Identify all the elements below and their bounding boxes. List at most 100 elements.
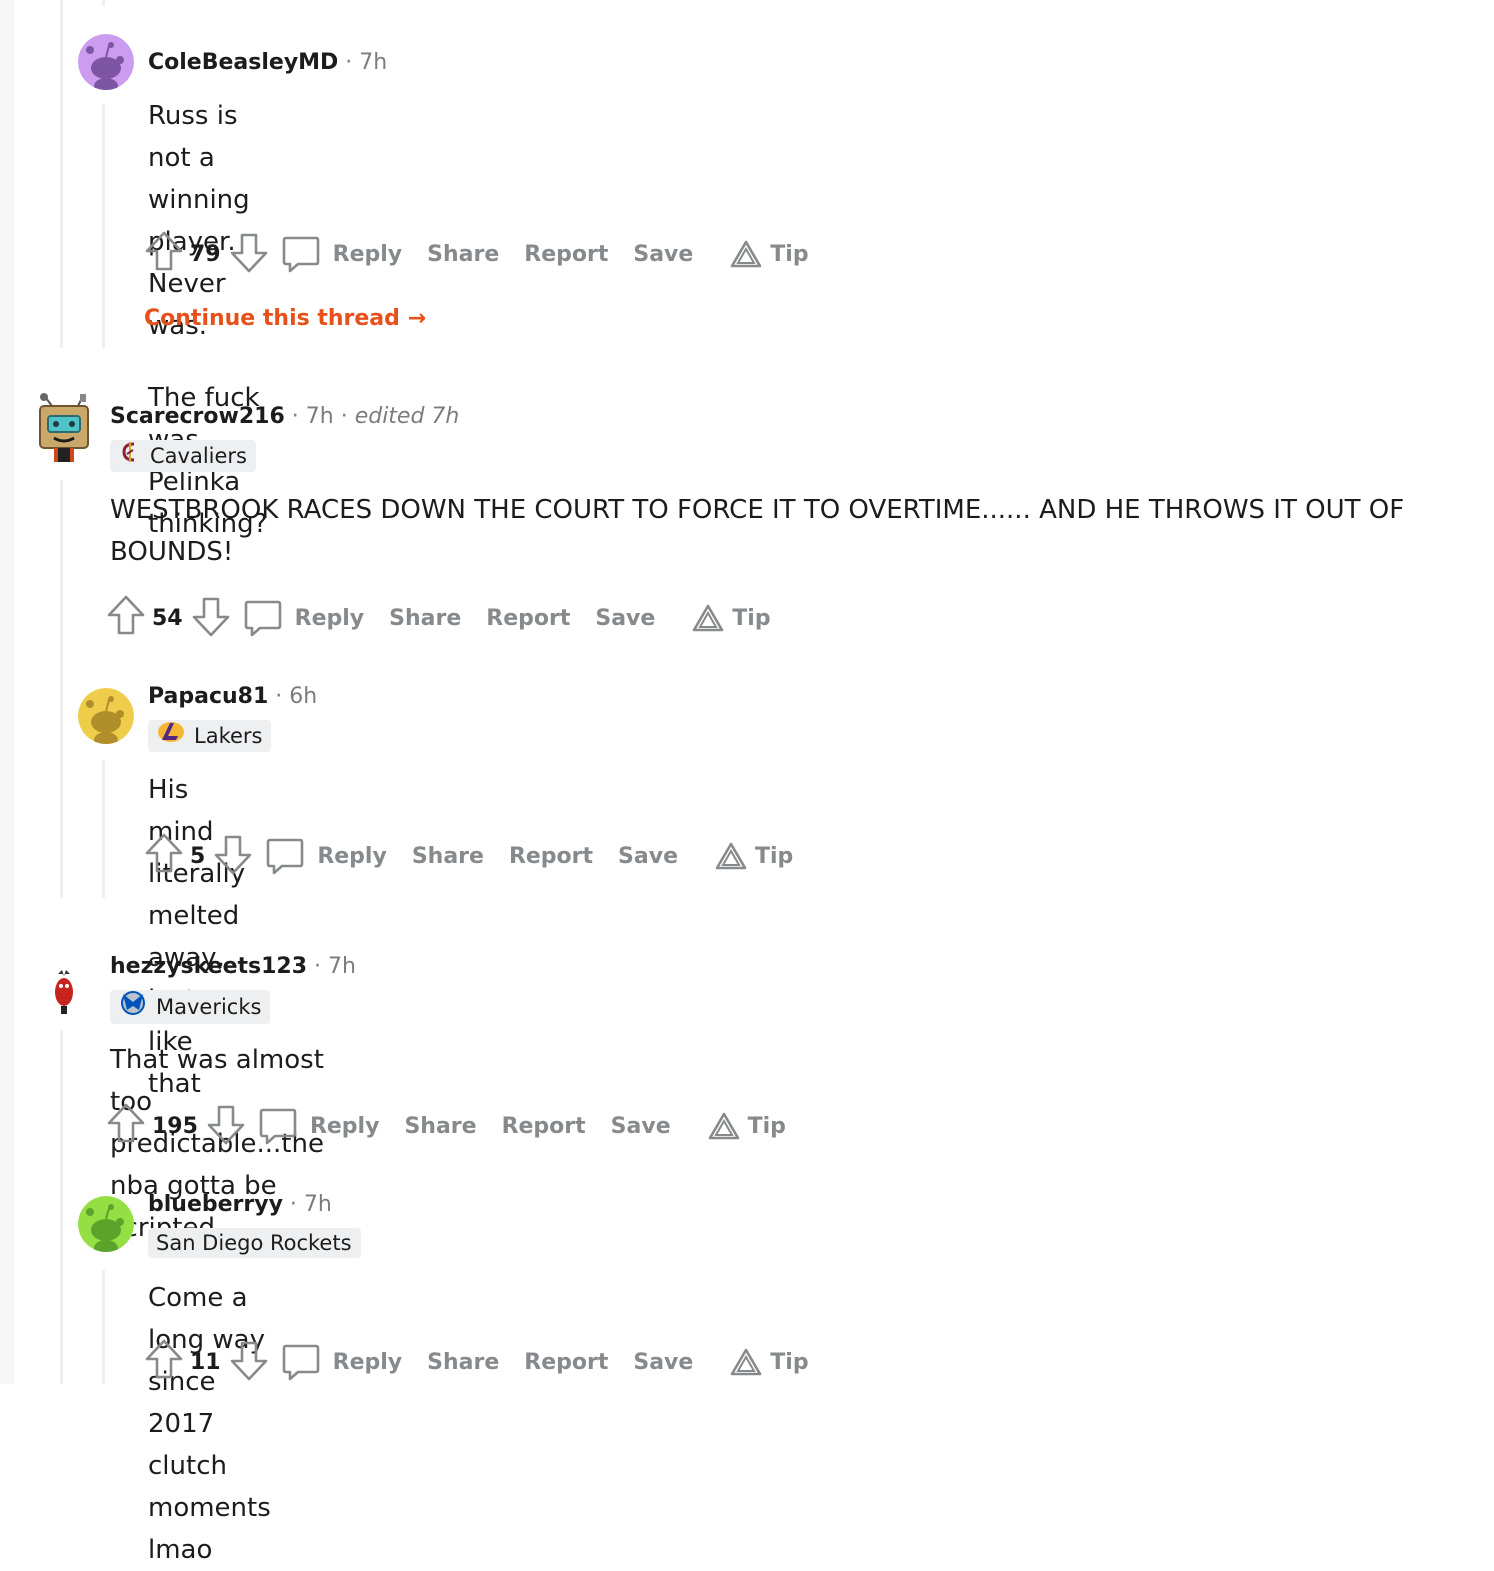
robot-avatar-icon	[39, 393, 89, 462]
report-button[interactable]: Report	[524, 1350, 608, 1375]
separator: ·	[333, 404, 355, 429]
downvote-icon[interactable]	[229, 230, 269, 278]
avatar[interactable]	[78, 1196, 134, 1252]
tip-button[interactable]: Tip	[692, 604, 771, 632]
comment-meta: hezzyskeets123 · 7h	[110, 952, 356, 982]
continue-thread-link[interactable]: Continue this thread →	[144, 306, 426, 331]
share-button[interactable]: Share	[427, 1350, 499, 1375]
thread-line	[102, 0, 105, 6]
save-button[interactable]: Save	[618, 844, 678, 869]
reply-label: Reply	[332, 1349, 403, 1375]
reply-label: Reply	[332, 241, 403, 267]
save-button[interactable]: Save	[595, 606, 655, 631]
upvote-icon[interactable]	[144, 832, 184, 880]
comment-paragraph: WESTBROOK RACES DOWN THE COURT TO FORCE …	[110, 495, 1405, 567]
reply-button[interactable]: Reply	[258, 1105, 380, 1147]
share-button[interactable]: Share	[404, 1114, 476, 1139]
snoo-avatar-icon	[78, 34, 134, 90]
separator: ·	[307, 954, 329, 979]
tip-label: Tip	[770, 1349, 809, 1375]
username[interactable]: blueberryy	[148, 1192, 283, 1217]
report-button[interactable]: Report	[502, 1114, 586, 1139]
flair-text: Cavaliers	[150, 444, 247, 468]
cavaliers-logo-icon	[118, 440, 142, 472]
tip-triangle-icon	[715, 842, 747, 870]
tip-button[interactable]: Tip	[730, 240, 809, 268]
comment-meta: Papacu81 · 6h	[148, 682, 317, 712]
comment-meta: ColeBeasleyMD · 7h	[148, 48, 387, 78]
comment-bubble-icon	[267, 838, 304, 875]
reply-button[interactable]: Reply	[265, 835, 387, 877]
comment-paragraph: Come a long way since 2017 clutch moment…	[148, 1283, 271, 1565]
tip-button[interactable]: Tip	[708, 1112, 786, 1140]
comment-actions: 5 Reply Share Report Save Tip	[144, 832, 818, 880]
thread-line[interactable]	[60, 1030, 63, 1384]
username[interactable]: Scarecrow216	[110, 404, 285, 429]
upvote-icon[interactable]	[106, 1102, 146, 1150]
report-button[interactable]: Report	[524, 242, 608, 267]
continue-thread-label: Continue this thread	[144, 306, 400, 331]
tip-label: Tip	[732, 605, 771, 631]
tip-triangle-icon	[730, 1348, 762, 1376]
left-page-gutter	[0, 0, 14, 1384]
thread-line[interactable]	[102, 1270, 105, 1384]
thread-line[interactable]	[102, 760, 105, 898]
share-button[interactable]: Share	[389, 606, 461, 631]
username[interactable]: Papacu81	[148, 684, 268, 709]
username[interactable]: ColeBeasleyMD	[148, 50, 338, 75]
avatar[interactable]	[78, 34, 134, 90]
timestamp[interactable]: 7h	[328, 954, 356, 979]
edited-timestamp: edited 7h	[354, 404, 460, 429]
save-button[interactable]: Save	[611, 1114, 671, 1139]
upvote-icon[interactable]	[144, 1338, 184, 1386]
reply-button[interactable]: Reply	[281, 233, 403, 275]
tip-label: Tip	[754, 843, 794, 869]
user-flair: Cavaliers	[110, 440, 256, 472]
comment-bubble-icon	[244, 600, 281, 637]
reply-button[interactable]: Reply	[281, 1341, 403, 1383]
thread-line[interactable]	[60, 480, 63, 898]
separator: ·	[268, 684, 290, 709]
timestamp[interactable]: 6h	[289, 684, 317, 709]
comment-meta: Scarecrow216 · 7h · edited 7h	[110, 402, 459, 432]
upvote-icon[interactable]	[106, 594, 146, 642]
lakers-logo-icon	[156, 720, 186, 752]
save-button[interactable]: Save	[633, 1350, 693, 1375]
avatar[interactable]	[48, 968, 80, 1018]
downvote-icon[interactable]	[206, 1102, 246, 1150]
comment-body: WESTBROOK RACES DOWN THE COURT TO FORCE …	[110, 489, 1440, 573]
report-button[interactable]: Report	[486, 606, 570, 631]
tip-button[interactable]: Tip	[715, 842, 793, 870]
snoo-avatar-icon	[78, 1196, 134, 1252]
downvote-icon[interactable]	[191, 594, 231, 642]
report-button[interactable]: Report	[509, 844, 593, 869]
share-button[interactable]: Share	[412, 844, 484, 869]
vote-score: 5	[190, 843, 206, 869]
downvote-icon[interactable]	[213, 832, 253, 880]
user-flair: San Diego Rockets	[148, 1228, 361, 1258]
username[interactable]: hezzyskeets123	[110, 954, 307, 979]
upvote-icon[interactable]	[144, 230, 184, 278]
timestamp[interactable]: 7h	[359, 50, 387, 75]
share-button[interactable]: Share	[427, 242, 499, 267]
reply-button[interactable]: Reply	[243, 597, 364, 639]
tip-label: Tip	[747, 1113, 786, 1139]
vote-score: 79	[190, 241, 221, 267]
arrow-right-icon: →	[407, 306, 427, 331]
thread-line[interactable]	[60, 0, 63, 348]
comment-actions: 11 Reply Share Report Save Tip	[144, 1338, 834, 1386]
avatar[interactable]	[34, 392, 94, 464]
avatar[interactable]	[78, 688, 134, 744]
separator: ·	[284, 404, 306, 429]
reply-label: Reply	[309, 1113, 380, 1139]
timestamp[interactable]: 7h	[306, 404, 334, 429]
tip-button[interactable]: Tip	[730, 1348, 809, 1376]
comment-bubble-icon	[282, 1344, 319, 1381]
vote-score: 11	[190, 1349, 221, 1375]
separator: ·	[338, 50, 360, 75]
downvote-icon[interactable]	[229, 1338, 269, 1386]
tip-triangle-icon	[692, 604, 724, 632]
thread-line[interactable]	[102, 104, 105, 348]
timestamp[interactable]: 7h	[304, 1192, 332, 1217]
save-button[interactable]: Save	[633, 242, 693, 267]
